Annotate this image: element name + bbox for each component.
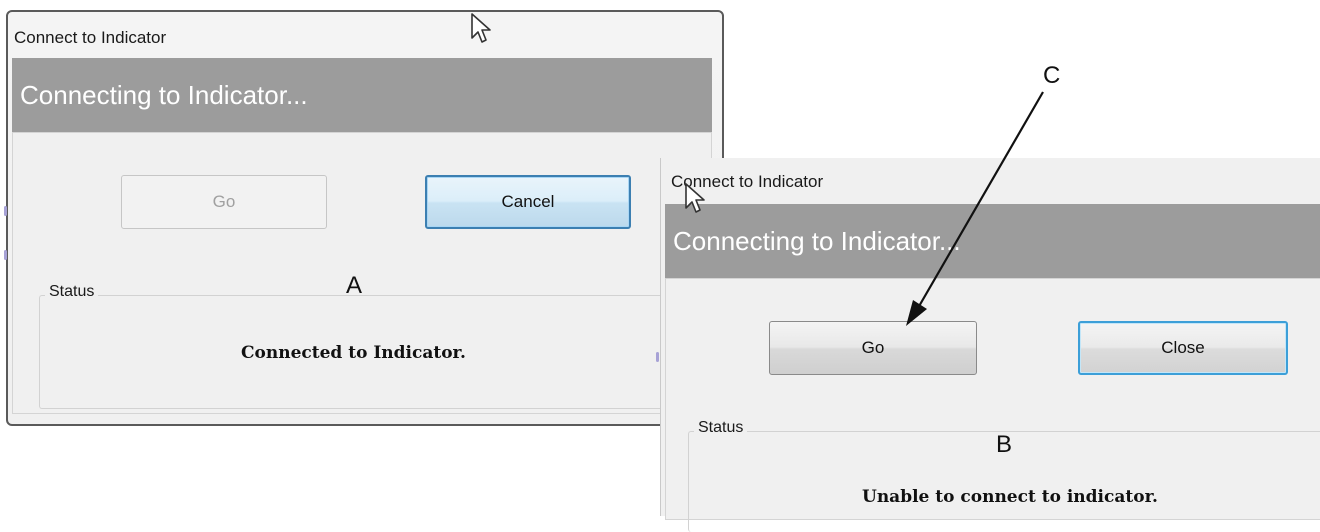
- mouse-pointer-icon: [471, 13, 491, 43]
- edge-artifact: [656, 352, 659, 362]
- edge-artifact: [4, 206, 7, 216]
- mouse-pointer-icon: [685, 183, 705, 213]
- callout-arrow: [906, 91, 1044, 326]
- edge-artifact: [4, 250, 7, 260]
